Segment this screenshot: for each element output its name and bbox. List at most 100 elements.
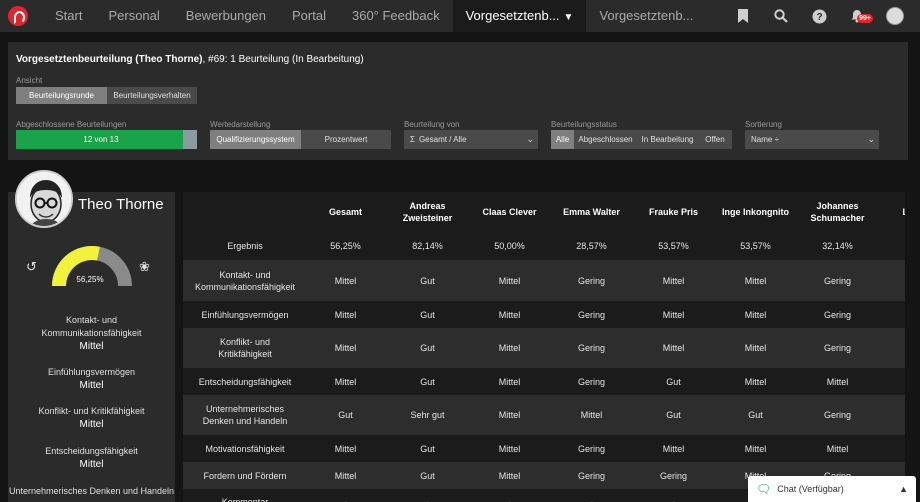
ansicht-option-beurteilungsverhalten[interactable]: Beurteilungsverhalten <box>107 87 197 104</box>
results-table-container[interactable]: Gesamt Andreas Zweisteiner Claas Clever Emm… <box>183 192 905 502</box>
table-cell: Gut <box>635 368 712 395</box>
nav-start[interactable]: Start <box>42 0 95 32</box>
table-cell: Gut <box>307 395 384 435</box>
notification-bell-icon[interactable]: 99+ <box>838 0 876 32</box>
table-cell: Mittel <box>307 328 384 368</box>
row-label: Einfühlungsvermögen <box>183 301 307 328</box>
table-cell: Mittel <box>471 435 548 462</box>
chat-widget[interactable]: 🗨 Chat (Verfügbar) ▲ <box>748 476 916 502</box>
table-cell: Mittel <box>635 435 712 462</box>
table-cell: Gering <box>799 301 876 328</box>
help-icon[interactable]: ? <box>800 0 838 32</box>
table-row: Kontakt- und Kommunikationsfähigkeit Mitt… <box>183 260 905 301</box>
table-cell: Mittel <box>471 328 548 368</box>
svg-text:?: ? <box>816 12 822 23</box>
table-row: Unternehmerisches Denken und Handeln Gut S… <box>183 395 905 435</box>
beurteilung-von-select[interactable]: Σ Gesamt / Alle ⌄ <box>404 130 538 149</box>
table-cell: Mittel <box>799 435 876 462</box>
table-cell: Mittel <box>471 462 548 489</box>
table-cell: Gering <box>799 328 876 368</box>
row-label: Motivationsfähigkeit <box>183 435 307 462</box>
table-cell: Mittel <box>712 368 799 395</box>
table-cell: G <box>876 368 905 395</box>
column-header[interactable]: Frauke Pris <box>635 192 712 232</box>
filter-panel: Vorgesetztenbeurteilung (Theo Thorne), #… <box>8 42 908 160</box>
table-cell: - <box>471 489 548 502</box>
column-header[interactable]: Andreas Zweisteiner <box>384 192 471 232</box>
table-cell: - <box>635 489 712 502</box>
table-cell: Mittel <box>712 301 799 328</box>
nav-bewerbungen[interactable]: Bewerbungen <box>173 0 279 32</box>
completed-progress-bar: 12 von 13 <box>16 130 197 149</box>
status-option-alle[interactable]: Alle <box>551 130 574 149</box>
table-cell: Mittel <box>799 368 876 395</box>
page-title-rest: , #69: 1 Beurteilung (In Bearbeitung) <box>202 54 364 65</box>
table-header-row: Gesamt Andreas Zweisteiner Claas Clever Emm… <box>183 192 905 232</box>
status-option-in-bearbeitung[interactable]: In Bearbeitung <box>637 130 698 149</box>
network-settings-icon[interactable]: ❀ <box>139 259 150 275</box>
ansicht-option-beurteilungsrunde[interactable]: Beurteilungsrunde <box>16 87 107 104</box>
beurteilungsstatus-toggle: Alle Abgeschlossen In Bearbeitung Offen <box>551 130 732 149</box>
table-body: Ergebnis 56,25% 82,14% 50,00% 28,57% 53,57% 53… <box>183 232 905 502</box>
side-item-kontakt: Kontakt- und Kommunikationsfähigkeit Mit… <box>8 314 175 354</box>
column-header[interactable]: Lar <box>876 192 905 232</box>
column-header[interactable]: Gesamt <box>307 192 384 232</box>
bookmark-icon[interactable] <box>724 0 762 32</box>
wert-option-prozentwert[interactable]: Prozentwert <box>301 130 391 149</box>
column-header[interactable]: Inge Inkongnito <box>712 192 799 232</box>
top-navigation: Start Personal Bewerbungen Portal 360° F… <box>0 0 920 32</box>
app-logo-icon[interactable] <box>8 6 28 26</box>
nav-vorgesetztenbeurteilung[interactable]: Vorgesetztenb... <box>586 0 706 32</box>
abgeschlossen-label: Abgeschlossene Beurteilungen <box>16 120 127 129</box>
profile-photo <box>15 170 73 228</box>
side-item-value: Mittel <box>79 419 104 430</box>
chevron-up-icon[interactable]: ▲ <box>899 484 908 494</box>
side-item-einfuehlung: Einfühlungsvermögen Mittel <box>8 366 175 393</box>
chevron-down-icon: ⌄ <box>867 134 875 144</box>
ansicht-label: Ansicht <box>16 76 43 85</box>
status-option-offen[interactable]: Offen <box>698 130 732 149</box>
table-row: Einfühlungsvermögen Mittel Gut Mittel Gering… <box>183 301 905 328</box>
reset-icon[interactable]: ↺ <box>26 259 37 275</box>
column-header[interactable]: Emma Walter <box>548 192 635 232</box>
column-header[interactable] <box>183 192 307 232</box>
table-cell: Gering <box>635 462 712 489</box>
table-cell: G <box>876 435 905 462</box>
row-label: Ergebnis <box>183 232 307 260</box>
table-cell: Gering <box>548 368 635 395</box>
table-row: Konflikt- und Kritikfähigkeit Mittel Gut Mi… <box>183 328 905 368</box>
page-title: Vorgesetztenbeurteilung (Theo Thorne), #… <box>16 54 364 65</box>
nav-personal[interactable]: Personal <box>95 0 172 32</box>
nav-active-label: Vorgesetztenb... <box>465 8 560 23</box>
notification-badge: 99+ <box>857 14 873 23</box>
table-cell: Mittel <box>712 435 799 462</box>
search-icon[interactable] <box>762 0 800 32</box>
table-cell: - <box>384 489 471 502</box>
nav-360-feedback[interactable]: 360° Feedback <box>339 0 453 32</box>
table-cell: Gering <box>548 260 635 301</box>
side-item-label: Einfühlungsvermögen <box>47 367 136 377</box>
side-item-value: Mittel <box>79 380 104 391</box>
table-row: Ergebnis 56,25% 82,14% 50,00% 28,57% 53,57% 53… <box>183 232 905 260</box>
table-cell: Mittel <box>307 462 384 489</box>
status-option-abgeschlossen[interactable]: Abgeschlossen <box>574 130 637 149</box>
progress-text: 12 von 13 <box>83 135 119 144</box>
page-title-bold: Vorgesetztenbeurteilung (Theo Thorne) <box>16 54 203 65</box>
row-label: Konflikt- und Kritikfähigkeit <box>183 328 307 368</box>
side-item-value: Mittel <box>79 341 104 352</box>
column-header[interactable]: Claas Clever <box>471 192 548 232</box>
user-avatar[interactable] <box>876 0 914 32</box>
table-cell: Mittel <box>471 368 548 395</box>
nav-portal[interactable]: Portal <box>279 0 339 32</box>
sortierung-label: Sortierung <box>745 120 782 129</box>
gauge-value: 56,25% <box>76 275 104 284</box>
column-header[interactable]: Johannes Schumacher <box>799 192 876 232</box>
table-cell: Gering <box>548 435 635 462</box>
table-cell: Gering <box>799 260 876 301</box>
nav-vorgesetztenbeurteilung-active[interactable]: Vorgesetztenb... ▼ <box>452 0 587 32</box>
table-cell: 53,57% <box>635 232 712 260</box>
table-cell: Gut <box>384 462 471 489</box>
wert-option-qualifizierungssystem[interactable]: Qualifizierungssystem <box>210 130 301 149</box>
table-cell: Gering <box>799 395 876 435</box>
sortierung-select[interactable]: Name ÷ ⌄ <box>745 130 879 149</box>
